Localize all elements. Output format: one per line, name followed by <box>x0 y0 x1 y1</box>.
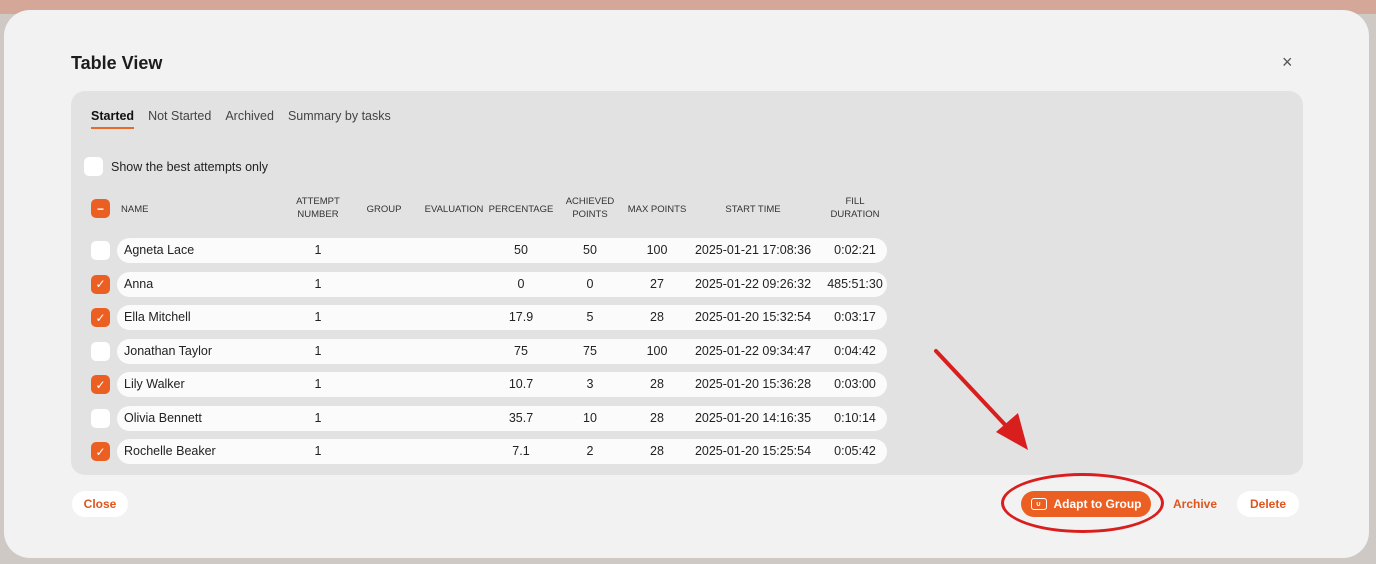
annotation-arrow-icon <box>934 349 1028 450</box>
annotation-arrow-shaft <box>934 349 1012 432</box>
